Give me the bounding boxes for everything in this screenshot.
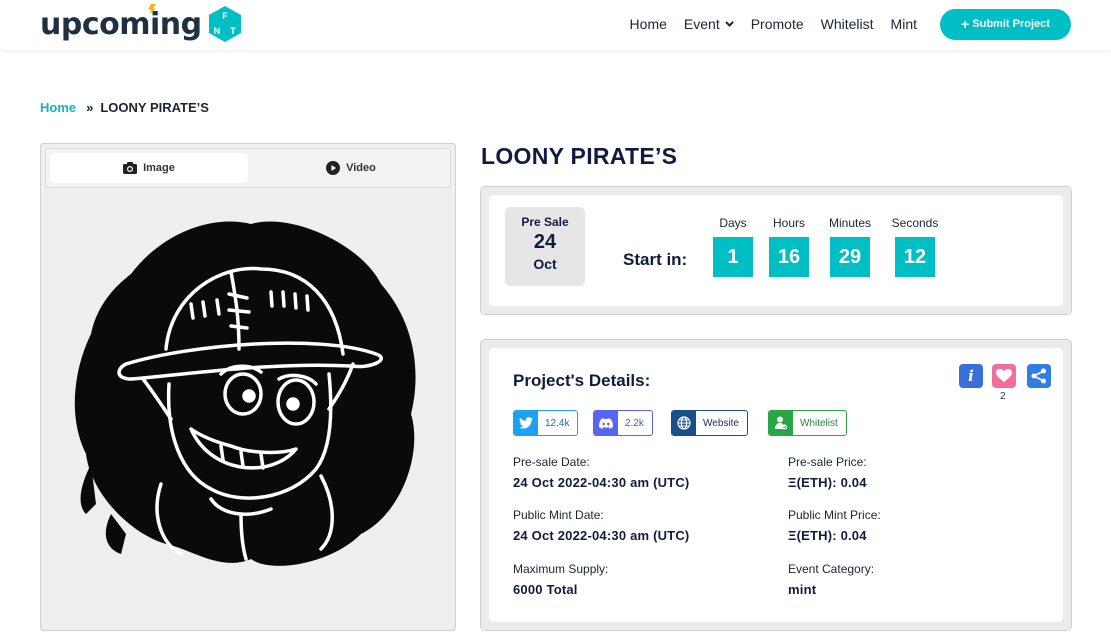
submit-project-button[interactable]: + Submit Project	[940, 8, 1071, 40]
twitter-followers: 12.4k	[545, 417, 570, 429]
media-tabs: Image Video	[45, 148, 451, 188]
countdown-hours-value: 16	[769, 237, 809, 277]
max-supply-value: 6000 Total	[513, 582, 578, 597]
logo-hexagon-icon: F N T	[208, 6, 241, 42]
play-circle-icon	[326, 161, 341, 175]
public-mint-date-field: Public Mint Date: 24 Oct 2022-04:30 am (…	[513, 508, 689, 543]
logo-letter-n: N	[213, 26, 220, 36]
countdown-hours-label: Hours	[772, 216, 805, 230]
website-chip[interactable]: Website	[671, 410, 748, 436]
double-chevron-right-icon: »	[86, 100, 93, 115]
event-category-value: mint	[788, 582, 817, 597]
max-supply-field: Maximum Supply: 6000 Total	[513, 562, 608, 597]
presale-price-field: Pre-sale Price: Ξ(ETH): 0.04	[788, 455, 867, 490]
top-header: upcoming F N T Home Event Promote Whitel…	[0, 0, 1111, 50]
twitter-icon	[514, 411, 538, 435]
logo-text: upcoming	[40, 6, 202, 42]
globe-icon	[672, 411, 696, 435]
camera-icon	[123, 162, 138, 174]
event-category-field: Event Category: mint	[788, 562, 874, 597]
start-in-label: Start in:	[623, 250, 688, 269]
tab-image[interactable]: Image	[50, 153, 248, 183]
sale-type-label: Pre Sale	[521, 215, 569, 229]
event-category-label: Event Category:	[788, 562, 875, 576]
tab-video-label: Video	[346, 162, 376, 174]
countdown-minutes-value: 29	[830, 237, 870, 277]
nav-promote[interactable]: Promote	[751, 16, 804, 32]
discord-chip[interactable]: 2.2k	[593, 410, 653, 436]
plus-icon: +	[961, 16, 970, 32]
nav-mint[interactable]: Mint	[891, 16, 917, 32]
countdown-card: Pre Sale 24 Oct Start in: Days 1 Hours 1…	[480, 186, 1072, 315]
submit-project-label: Submit Project	[972, 18, 1050, 30]
public-mint-date-value: 24 Oct 2022-04:30 am (UTC)	[513, 528, 690, 543]
breadcrumb-home-link[interactable]: Home	[40, 100, 76, 115]
heart-count: 2	[1000, 391, 1006, 402]
countdown-minutes: Minutes 29	[823, 216, 877, 277]
website-label: Website	[703, 417, 739, 429]
details-title: Project's Details:	[513, 371, 651, 390]
breadcrumb-current: LOONY PIRATE’S	[100, 100, 209, 115]
nav-event-label: Event	[683, 16, 720, 32]
sale-month: Oct	[533, 256, 557, 272]
countdown-days: Days 1	[713, 216, 753, 277]
nav-event[interactable]: Event	[684, 16, 734, 32]
discord-icon	[594, 411, 618, 435]
countdown-seconds-label: Seconds	[891, 216, 939, 230]
presale-date-label: Pre-sale Date:	[513, 455, 590, 469]
user-check-icon	[769, 411, 793, 435]
project-details-card: Project's Details: i 2 12.4k 2.2k Websit…	[480, 339, 1072, 631]
public-mint-price-field: Public Mint Price: Ξ(ETH): 0.04	[788, 508, 881, 543]
max-supply-label: Maximum Supply:	[513, 562, 609, 576]
public-mint-price-value: Ξ(ETH): 0.04	[788, 528, 867, 543]
whitelist-label: Whitelist	[800, 417, 838, 429]
whitelist-chip[interactable]: Whitelist	[768, 410, 847, 436]
presale-date-field: Pre-sale Date: 24 Oct 2022-04:30 am (UTC…	[513, 455, 689, 490]
countdown-card-inner: Pre Sale 24 Oct Start in: Days 1 Hours 1…	[489, 195, 1063, 306]
countdown-days-value: 1	[713, 237, 753, 277]
public-mint-date-label: Public Mint Date:	[513, 508, 604, 522]
presale-price-label: Pre-sale Price:	[788, 455, 867, 469]
project-title: LOONY PIRATE’S	[481, 143, 678, 169]
main-nav: Home Event Promote Whitelist Mint + Subm…	[613, 8, 1071, 40]
countdown-hours: Hours 16	[769, 216, 809, 277]
share-icon[interactable]	[1027, 364, 1051, 388]
countdown-seconds-value: 12	[895, 237, 935, 277]
logo-letter-t: T	[230, 26, 236, 36]
info-icon[interactable]: i	[959, 364, 983, 388]
tab-video[interactable]: Video	[252, 149, 450, 187]
breadcrumb: Home » LOONY PIRATE’S	[40, 100, 209, 115]
logo-letter-f: F	[222, 11, 228, 21]
discord-members: 2.2k	[625, 417, 644, 429]
tab-image-label: Image	[143, 162, 175, 174]
countdown-seconds: Seconds 12	[887, 216, 943, 277]
countdown-minutes-label: Minutes	[828, 216, 872, 230]
sale-day: 24	[533, 231, 557, 253]
project-artwork-image	[74, 221, 416, 566]
heart-icon[interactable]	[992, 364, 1016, 388]
nav-whitelist[interactable]: Whitelist	[821, 16, 874, 32]
details-card-inner: Project's Details: i 2 12.4k 2.2k Websit…	[489, 348, 1063, 622]
presale-date-value: 24 Oct 2022-04:30 am (UTC)	[513, 475, 690, 490]
nav-home[interactable]: Home	[630, 16, 667, 32]
chevron-down-icon	[725, 19, 734, 29]
countdown-days-label: Days	[719, 216, 747, 230]
presale-price-value: Ξ(ETH): 0.04	[788, 475, 867, 490]
twitter-chip[interactable]: 12.4k	[513, 410, 579, 436]
sale-date-box: Pre Sale 24 Oct	[505, 207, 585, 286]
public-mint-price-label: Public Mint Price:	[788, 508, 881, 522]
site-logo[interactable]: upcoming F N T	[40, 2, 242, 46]
media-panel: Image Video	[40, 143, 456, 631]
